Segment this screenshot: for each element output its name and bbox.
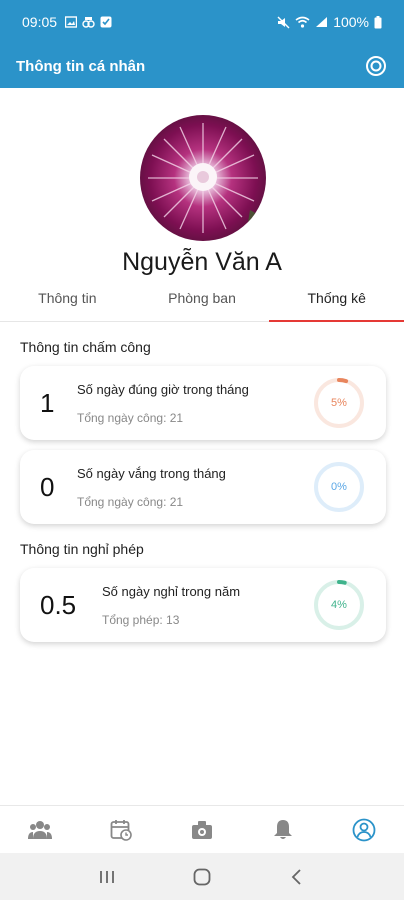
- settings-button[interactable]: [364, 54, 388, 78]
- nav-checkin[interactable]: [182, 810, 222, 850]
- attendance-card-ontime[interactable]: 1 Số ngày đúng giờ trong tháng Tổng ngày…: [20, 366, 386, 440]
- progress-percent: 4%: [331, 599, 347, 611]
- progress-ring: 4%: [312, 578, 366, 632]
- progress-ring: 5%: [312, 376, 366, 430]
- home-button[interactable]: [182, 862, 222, 892]
- attendance-card-absent[interactable]: 0 Số ngày vắng trong tháng Tổng ngày côn…: [20, 450, 386, 524]
- tab-department[interactable]: Phòng ban: [135, 280, 270, 321]
- back-button[interactable]: [277, 862, 317, 892]
- mute-icon: [277, 16, 290, 28]
- system-navigation-bar: [0, 853, 404, 900]
- recent-apps-icon: [100, 870, 115, 883]
- progress-percent: 0%: [331, 481, 347, 493]
- tab-info[interactable]: Thông tin: [0, 280, 135, 321]
- image-notification-icon: [65, 16, 78, 28]
- card-label: Số ngày đúng giờ trong tháng: [77, 382, 249, 397]
- wifi-icon: [295, 16, 310, 28]
- progress-percent: 5%: [331, 397, 347, 409]
- check-notification-icon: [100, 16, 112, 28]
- card-value: 0.5: [40, 590, 77, 620]
- attendance-section-title: Thông tin chấm công: [20, 339, 151, 355]
- tab-statistics[interactable]: Thống kê: [269, 280, 404, 322]
- camera-icon: [191, 820, 212, 839]
- card-subtext: Tổng ngày công: 21: [77, 495, 184, 509]
- leave-section-title: Thông tin nghỉ phép: [20, 541, 144, 557]
- profile-icon: [352, 818, 375, 841]
- page-title: Thông tin cá nhân: [16, 57, 146, 75]
- avatar[interactable]: [140, 115, 266, 241]
- progress-ring: 0%: [312, 460, 366, 514]
- profile-name: Nguyễn Văn A: [122, 248, 282, 276]
- nav-profile[interactable]: [344, 810, 384, 850]
- signal-icon: [316, 17, 328, 27]
- settings-icon: [366, 56, 386, 76]
- bell-icon: [273, 819, 292, 839]
- nav-calendar[interactable]: [101, 810, 141, 850]
- home-icon: [193, 868, 211, 885]
- battery-icon: [374, 15, 382, 28]
- bottom-navigation: [0, 805, 404, 853]
- header: 09:05 100% Thông tin cá nhân: [0, 0, 404, 88]
- card-label: Số ngày nghỉ trong năm: [102, 584, 241, 599]
- app-bar: Thông tin cá nhân: [0, 44, 404, 88]
- card-subtext: Tổng phép: 13: [102, 613, 180, 627]
- nav-notifications[interactable]: [263, 810, 303, 850]
- card-value: 1: [40, 388, 55, 418]
- nav-employees[interactable]: [20, 810, 60, 850]
- battery-percent: 100%: [333, 14, 369, 30]
- recent-apps-button[interactable]: [87, 862, 127, 892]
- card-subtext: Tổng ngày công: 21: [77, 411, 184, 425]
- people-icon: [28, 820, 53, 839]
- calendar-icon: [110, 819, 132, 841]
- back-icon: [291, 868, 301, 885]
- leave-card[interactable]: 0.5 Số ngày nghỉ trong năm Tổng phép: 13…: [20, 568, 386, 642]
- tab-bar: Thông tin Phòng ban Thống kê: [0, 280, 404, 322]
- app-notification-icon: [82, 17, 95, 28]
- status-bar: 09:05 100%: [0, 0, 404, 44]
- card-value: 0: [40, 472, 55, 502]
- status-time: 09:05: [22, 14, 58, 30]
- card-label: Số ngày vắng trong tháng: [77, 466, 226, 481]
